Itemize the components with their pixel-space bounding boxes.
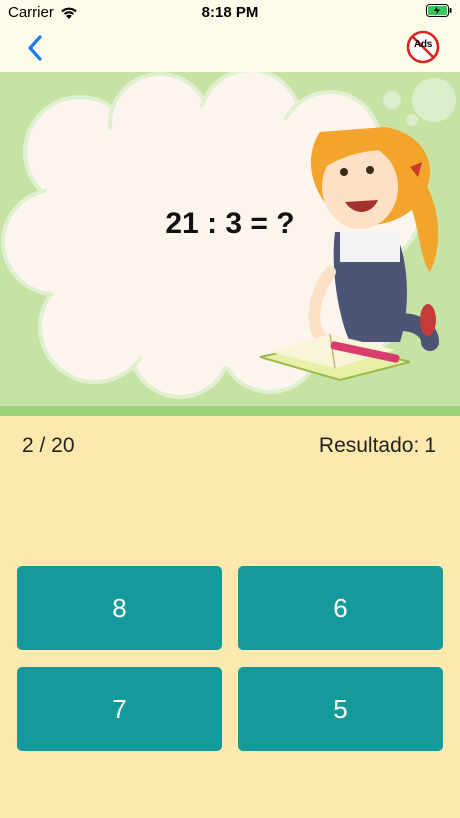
score-value: 1: [424, 434, 436, 457]
answer-button-3[interactable]: 7: [17, 667, 222, 751]
clock: 8:18 PM: [201, 4, 259, 21]
chevron-left-icon: [28, 35, 42, 61]
remove-ads-button[interactable]: Ads: [406, 30, 440, 64]
nav-bar: Ads: [0, 24, 460, 72]
question-illustration: 21 : 3 = ?: [0, 72, 460, 416]
score-label: Resultado:: [318, 434, 420, 457]
cloud-illustration: [1, 72, 456, 399]
math-question: 21 : 3 = ?: [165, 207, 295, 240]
question-progress: 2 / 20: [22, 434, 75, 457]
answer-button-4[interactable]: 5: [238, 667, 443, 751]
battery-icon: [426, 4, 452, 21]
back-button[interactable]: [22, 32, 50, 64]
score-display: Resultado: 1: [314, 434, 436, 458]
hero-bottom-strip: [0, 406, 460, 416]
status-bar: Carrier 8:18 PM: [0, 0, 460, 24]
answer-button-2[interactable]: 6: [238, 566, 443, 650]
answer-button-1[interactable]: 8: [17, 566, 222, 650]
no-ads-label: Ads: [414, 39, 432, 50]
